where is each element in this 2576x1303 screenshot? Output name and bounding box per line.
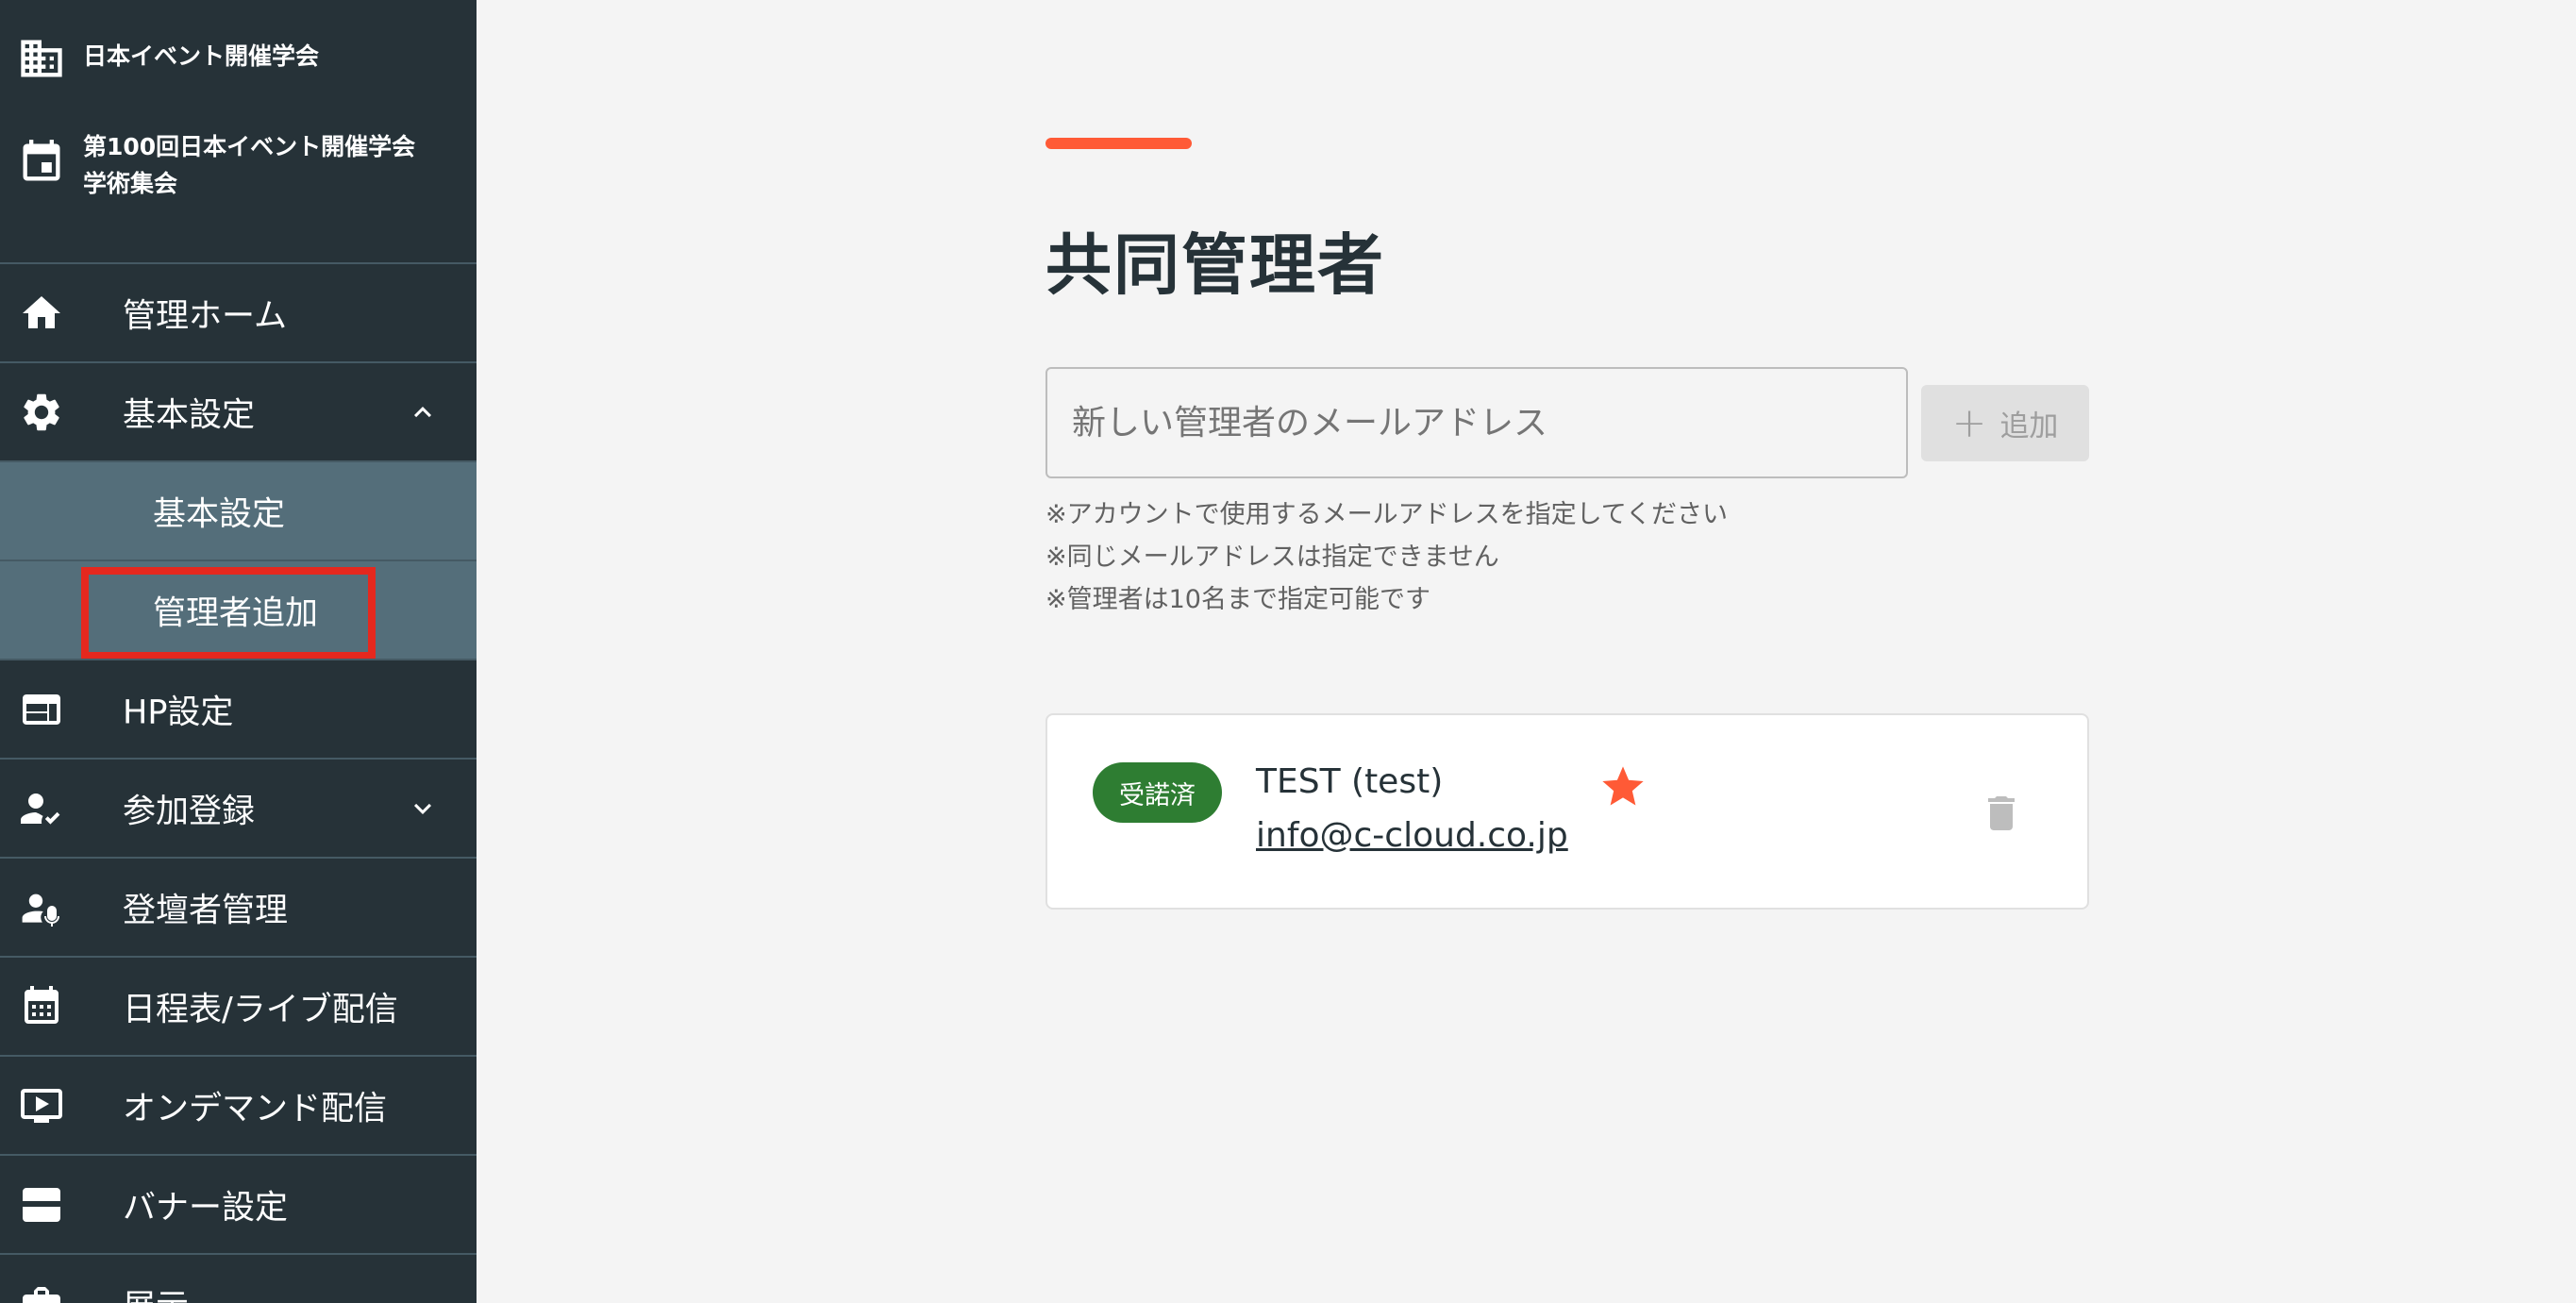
sidebar-item-label: 参加登録 <box>123 793 256 830</box>
event-name-line1: 第100回日本イベント開催学会 <box>83 133 416 160</box>
sidebar-item-hp-settings[interactable]: HP設定 <box>0 659 477 758</box>
sidebar-item-speakers[interactable]: 登壇者管理 <box>0 857 477 956</box>
input-notes: ※アカウントで使用するメールアドレスを指定してください ※同じメールアドレスは指… <box>1045 493 1728 621</box>
admin-name: TEST (test) <box>1256 762 1444 801</box>
chevron-up-icon[interactable] <box>406 395 440 429</box>
page-title: 共同管理者 <box>1045 226 1385 304</box>
sidebar-subitem-basic-settings[interactable]: 基本設定 <box>0 460 477 560</box>
sidebar-item-label: 管理ホーム <box>123 297 287 335</box>
add-button-label: 追加 <box>1999 409 2059 443</box>
sidebar-item-label: 登壇者管理 <box>123 892 289 929</box>
event-name-line2: 学術集会 <box>83 170 178 197</box>
play-screen-icon <box>21 1088 62 1123</box>
admin-card: 受諾済 TEST (test) info@c-cloud.co.jp <box>1045 713 2089 910</box>
sidebar-item-banner[interactable]: バナー設定 <box>0 1154 477 1253</box>
speaker-icon <box>22 894 60 927</box>
plus-icon: + <box>1951 398 1987 447</box>
event-name: 第100回日本イベント開催学会 学術集会 <box>83 128 415 202</box>
sidebar-item-exhibition[interactable]: 展示 <box>0 1253 477 1303</box>
sidebar-item-label: 基本設定 <box>153 495 286 533</box>
sidebar-item-label: 管理者追加 <box>153 594 319 632</box>
banner-icon <box>23 1187 60 1222</box>
sidebar-item-schedule-live[interactable]: 日程表/ライブ配信 <box>0 956 477 1055</box>
calendar-icon <box>23 140 60 181</box>
note-line: ※アカウントで使用するメールアドレスを指定してください <box>1045 500 1729 529</box>
gear-icon <box>24 393 59 430</box>
trash-icon[interactable] <box>1979 789 2024 838</box>
web-layout-icon <box>23 693 60 725</box>
note-line: ※同じメールアドレスは指定できません <box>1045 543 1499 572</box>
sidebar-subitem-add-admin[interactable]: 管理者追加 <box>0 560 477 660</box>
sidebar-item-registration[interactable]: 参加登録 <box>0 758 477 857</box>
sidebar-nav: 管理ホーム 基本設定 基本設定 管理者追加 HP設定 参加登録 登壇者管理 日程… <box>0 262 477 1303</box>
sidebar-item-label: バナー設定 <box>123 1189 289 1227</box>
admin-email-link[interactable]: info@c-cloud.co.jp <box>1256 816 1568 855</box>
sidebar-item-admin-home[interactable]: 管理ホーム <box>0 262 477 361</box>
sidebar-item-label: HP設定 <box>123 693 234 731</box>
status-badge: 受諾済 <box>1093 762 1222 823</box>
calendar-grid-icon <box>25 985 59 1024</box>
sidebar-item-label: 基本設定 <box>123 396 256 434</box>
organization-name: 日本イベント開催学会 <box>83 42 320 70</box>
chevron-down-icon[interactable] <box>406 792 440 826</box>
sidebar-item-basic-settings[interactable]: 基本設定 <box>0 361 477 460</box>
sidebar-item-label: オンデマンド配信 <box>123 1090 388 1128</box>
star-icon <box>1602 766 1644 806</box>
note-line: ※管理者は10名まで指定可能です <box>1045 585 1430 614</box>
briefcase-icon <box>23 1286 60 1303</box>
title-accent-bar <box>1045 138 1192 149</box>
add-admin-button[interactable]: + 追加 <box>1921 385 2089 461</box>
building-icon <box>21 40 62 77</box>
home-icon <box>23 295 60 328</box>
main-content: 共同管理者 + 追加 ※アカウントで使用するメールアドレスを指定してください ※… <box>477 0 2576 1303</box>
sidebar-item-label: 日程表/ライブ配信 <box>123 991 398 1028</box>
sidebar-item-on-demand[interactable]: オンデマンド配信 <box>0 1055 477 1154</box>
sidebar-item-label: 展示 <box>123 1279 189 1303</box>
admin-email-input[interactable] <box>1045 367 1908 478</box>
sidebar: 日本イベント開催学会 第100回日本イベント開催学会 学術集会 管理ホーム 基本設… <box>0 0 477 1303</box>
event-row[interactable]: 第100回日本イベント開催学会 学術集会 <box>0 125 477 228</box>
person-check-icon <box>21 793 60 825</box>
organization-row[interactable]: 日本イベント開催学会 <box>0 30 477 87</box>
